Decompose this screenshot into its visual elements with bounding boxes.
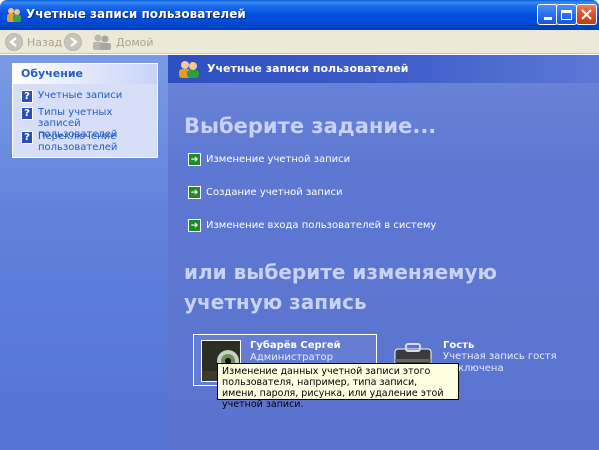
task-change-logon[interactable]: ➔ Изменение входа пользователей в систем… [188, 219, 436, 232]
users-header-icon [178, 59, 200, 79]
learn-item-accounts[interactable]: ? Учетные записи [21, 90, 148, 103]
green-arrow-icon: ➔ [188, 186, 201, 199]
minimize-button[interactable] [537, 4, 558, 25]
learn-item-switching-users[interactable]: ? Переключение пользователей [21, 131, 128, 153]
green-arrow-icon: ➔ [188, 219, 201, 232]
back-arrow-icon [5, 33, 23, 51]
help-icon: ? [21, 107, 33, 120]
task-label: Изменение входа пользователей в систему [206, 220, 437, 231]
minimize-icon [543, 17, 552, 20]
header-title: Учетные записи пользователей [207, 62, 409, 75]
toolbar: Назад Домой [0, 30, 599, 54]
title-bar[interactable]: Учетные записи пользователей [0, 0, 599, 30]
task-label: Изменение учетной записи [206, 154, 351, 165]
learn-about-panel: Обучение ? Учетные записи ? Типы учетных… [12, 63, 158, 158]
help-icon: ? [21, 90, 33, 103]
task-create-account[interactable]: ➔ Создание учетной записи [188, 186, 342, 199]
task-label: Создание учетной записи [206, 187, 343, 198]
learn-item-label: Переключение пользователей [38, 131, 118, 153]
maximize-button[interactable] [556, 4, 577, 25]
tooltip: Изменение данных учетной записи этого по… [217, 363, 459, 410]
guest-account-status: ключена [458, 363, 504, 374]
learn-item-label: Учетные записи [38, 90, 123, 101]
home-label: Домой [116, 35, 154, 49]
green-arrow-icon: ➔ [188, 153, 201, 166]
window-title: Учетные записи пользователей [26, 7, 246, 21]
guest-account-name[interactable]: Гость [443, 340, 474, 351]
maximize-icon [561, 9, 572, 20]
home-button[interactable]: Домой [92, 33, 154, 51]
pick-task-heading: Выберите задание... [184, 114, 437, 138]
main-header: Учетные записи пользователей [168, 55, 599, 83]
users-app-icon [5, 6, 23, 24]
close-icon [581, 9, 592, 20]
task-change-account[interactable]: ➔ Изменение учетной записи [188, 153, 350, 166]
pick-account-heading: или выберите изменяемую учетную запись [184, 260, 497, 314]
back-button[interactable]: Назад [5, 33, 62, 51]
account-name: Губарёв Сергей [250, 340, 341, 351]
forward-arrow-icon [64, 33, 82, 51]
forward-button[interactable] [64, 33, 86, 51]
close-button[interactable] [576, 4, 597, 25]
help-icon: ? [21, 131, 33, 144]
learn-about-heading: Обучение [13, 64, 157, 84]
guest-account-description: Учетная запись гостя [443, 351, 557, 362]
home-users-icon [92, 33, 112, 51]
back-label: Назад [27, 35, 63, 49]
